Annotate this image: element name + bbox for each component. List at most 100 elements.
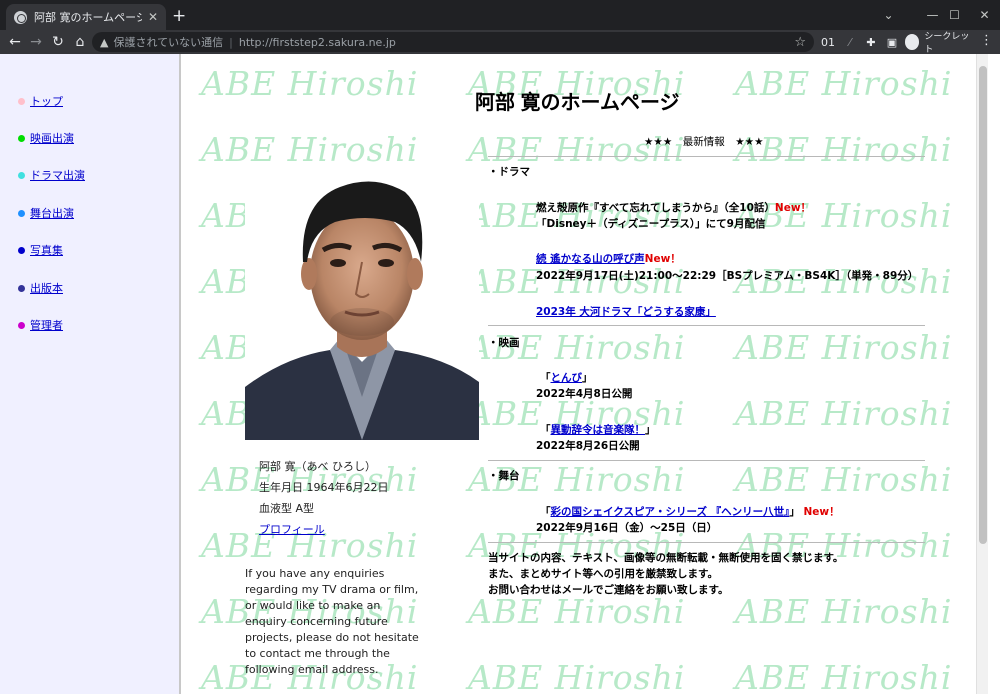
movie-1-note: 2022年4月8日公開 <box>536 388 633 400</box>
sidebar: トップ 映画出演 ドラマ出演 舞台出演 写真集 出版本 管理者 <box>0 54 181 694</box>
sidepanel-icon[interactable]: ▣ <box>884 33 900 51</box>
browser-tab[interactable]: 阿部 寛のホームページ ✕ <box>6 4 166 30</box>
latest-heading: ★★★ 最新情報 ★★★ <box>644 136 764 148</box>
stage-1-link[interactable]: 彩の国シェイクスピア・シリーズ 『ヘンリー八世』 <box>551 506 790 518</box>
home-icon[interactable]: ⌂ <box>70 32 90 52</box>
watermark-text: ABE Hiroshi <box>735 64 953 103</box>
profile-birthday: 生年月日 1964年6月22日 <box>259 481 389 494</box>
watermark-text: ABE Hiroshi <box>468 592 686 631</box>
bracket-close: 」 <box>645 424 656 436</box>
watermark-text: ABE Hiroshi <box>735 130 953 169</box>
drama-heading: ・ドラマ <box>488 166 530 178</box>
incognito-badge[interactable]: シークレット <box>905 32 973 55</box>
bullet-icon <box>18 171 25 179</box>
bracket-close: 」 <box>582 372 593 384</box>
new-badge: New！ <box>774 202 812 214</box>
stage-1-note: 2022年9月16日（金）～25日（日） <box>536 522 718 534</box>
watermark-text: ABE Hiroshi <box>468 658 686 694</box>
sidebar-link[interactable]: 出版本 <box>30 280 63 296</box>
profile-link[interactable]: プロフィール <box>259 523 325 536</box>
puzzle-icon[interactable]: ✚ <box>863 33 879 51</box>
bullet-icon <box>18 209 25 217</box>
drama-1-title: 燃え殻原作『すべて忘れてしまうから』（全10話） <box>536 202 775 214</box>
drama-2-link[interactable]: 続 遙かなる山の呼び声 <box>536 253 645 265</box>
divider <box>488 542 925 543</box>
new-badge: New！ <box>803 506 840 518</box>
new-tab-button[interactable]: + <box>172 6 186 26</box>
sidebar-item-top[interactable]: トップ <box>18 93 63 109</box>
bracket-close: 」 <box>789 506 800 518</box>
movie-2-link[interactable]: 異動辞令は音楽隊！ <box>551 424 646 436</box>
movie-item-2: 「異動辞令は音楽隊！」 <box>540 422 656 437</box>
warning-icon[interactable]: ▲ <box>100 36 108 49</box>
movie-1-link[interactable]: とんび <box>551 372 583 384</box>
watermark-text: ABE Hiroshi <box>735 460 953 499</box>
incognito-label: シークレット <box>924 32 970 55</box>
notice-line-3: お問い合わせはメールでご連絡をお願い致します。 <box>488 584 729 596</box>
watermark-text: ABE Hiroshi <box>735 658 953 694</box>
bullet-icon <box>18 246 25 254</box>
profile-name: 阿部 寛（あべ ひろし） <box>259 460 376 473</box>
divider <box>488 325 925 326</box>
profile-blood-type: 血液型 A型 <box>259 502 315 515</box>
divider <box>488 460 925 461</box>
browser-toolbar: ← → ↻ ⌂ ▲ 保護されていない通信 | http://firststep2… <box>0 30 1000 55</box>
security-label[interactable]: 保護されていない通信 <box>113 34 223 50</box>
web-page: トップ 映画出演 ドラマ出演 舞台出演 写真集 出版本 管理者 ABE Hiro… <box>0 54 1000 694</box>
watermark-text: ABE Hiroshi <box>201 64 419 103</box>
reload-icon[interactable]: ↻ <box>48 32 68 52</box>
sidebar-link[interactable]: 管理者 <box>30 317 63 333</box>
forward-icon[interactable]: → <box>26 32 46 52</box>
movie-item-1: 「とんび」 <box>540 370 593 385</box>
drama-item-2: 続 遙かなる山の呼び声New！ <box>536 251 681 266</box>
drama-1-note: 「Disney＋（ディズニープラス）」にて9月配信 <box>536 218 766 230</box>
bracket-open: 「 <box>540 424 551 436</box>
sidebar-link[interactable]: ドラマ出演 <box>30 167 85 183</box>
extension-icon[interactable]: ⁄ <box>842 33 858 51</box>
sidebar-link[interactable]: 舞台出演 <box>30 205 74 221</box>
main-content: ABE Hiroshi ABE Hiroshi ABE Hiroshi ABE Hir… <box>183 54 988 694</box>
address-bar[interactable]: ▲ 保護されていない通信 | http://firststep2.sakura.… <box>92 32 814 52</box>
tab-close-icon[interactable]: ✕ <box>148 10 158 24</box>
bracket-open: 「 <box>540 372 551 384</box>
sidebar-item-stage[interactable]: 舞台出演 <box>18 205 74 221</box>
window-close-icon[interactable]: ✕ <box>962 0 1000 30</box>
back-icon[interactable]: ← <box>5 32 25 52</box>
omnibox-separator: | <box>229 35 233 49</box>
page-title: 阿部 寛のホームページ <box>475 92 680 114</box>
sidebar-item-photobook[interactable]: 写真集 <box>18 242 63 258</box>
scrollbar[interactable] <box>976 54 988 694</box>
drama-3-link[interactable]: 2023年 大河ドラマ「どうする家康」 <box>536 306 716 318</box>
sidebar-item-movies[interactable]: 映画出演 <box>18 130 74 146</box>
sidebar-item-admin[interactable]: 管理者 <box>18 317 63 333</box>
new-badge: New！ <box>644 253 681 265</box>
sidebar-link[interactable]: 写真集 <box>30 242 63 258</box>
movie-2-note: 2022年8月26日公開 <box>536 440 640 452</box>
bullet-icon <box>18 134 25 142</box>
extension-badge[interactable]: 01 <box>820 33 836 51</box>
stage-item-1: 「彩の国シェイクスピア・シリーズ 『ヘンリー八世』」 New！ <box>540 504 840 519</box>
globe-icon <box>14 10 27 24</box>
drama-2-note: 2022年9月17日(土)21:00～22:29［BSプレミアム・BS4K］（単… <box>536 270 919 282</box>
sidebar-link[interactable]: トップ <box>30 93 63 109</box>
profile-info: 阿部 寛（あべ ひろし） 生年月日 1964年6月22日 血液型 A型 プロフィ… <box>259 456 389 540</box>
incognito-icon <box>905 34 920 50</box>
divider <box>488 156 925 157</box>
sidebar-link[interactable]: 映画出演 <box>30 130 74 146</box>
notice-line-2: また、まとめサイト等への引用を厳禁致します。 <box>488 568 718 580</box>
watermark-text: ABE Hiroshi <box>735 394 953 433</box>
tab-title: 阿部 寛のホームページ <box>34 11 142 24</box>
bracket-open: 「 <box>540 506 551 518</box>
tab-search-icon[interactable]: ⌄ <box>866 0 911 30</box>
menu-icon[interactable]: ⋮ <box>980 33 993 48</box>
enquiry-text: If you have any enquiries regarding my T… <box>245 567 419 676</box>
sidebar-item-dramas[interactable]: ドラマ出演 <box>18 167 85 183</box>
drama-item-3: 2023年 大河ドラマ「どうする家康」 <box>536 304 716 319</box>
scrollbar-thumb[interactable] <box>979 66 987 544</box>
movie-heading: ・映画 <box>488 337 520 349</box>
bullet-icon <box>18 284 25 292</box>
bookmark-star-icon[interactable]: ☆ <box>794 35 806 50</box>
url-text[interactable]: http://firststep2.sakura.ne.jp <box>239 36 396 49</box>
sidebar-item-books[interactable]: 出版本 <box>18 280 63 296</box>
bullet-icon <box>18 97 25 105</box>
